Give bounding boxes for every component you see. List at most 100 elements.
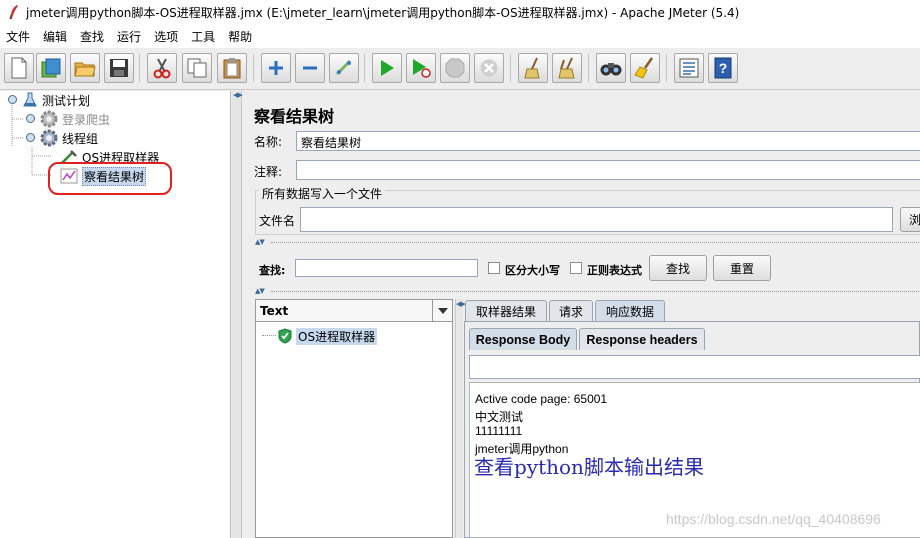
comment-label: 注释: xyxy=(254,165,283,179)
annotation-highlight-circle xyxy=(48,162,172,195)
browse-button[interactable]: 浏 xyxy=(900,207,920,232)
main-splitter[interactable]: ◀▶ xyxy=(232,91,243,538)
toggle-button[interactable] xyxy=(329,53,359,83)
paste-button[interactable] xyxy=(217,53,247,83)
reset-search-icon xyxy=(634,57,654,79)
search-label: 查找: xyxy=(259,264,286,277)
chevron-down-icon xyxy=(437,308,448,314)
search-button[interactable] xyxy=(596,53,626,83)
menu-run[interactable]: 运行 xyxy=(117,28,141,45)
copy-icon xyxy=(187,58,207,78)
annotation-text: 查看python脚本输出结果 xyxy=(474,455,704,479)
tab-response-data[interactable]: 响应数据 xyxy=(595,300,665,322)
tree-node-thread-group[interactable]: 线程组 xyxy=(40,129,98,147)
tree-node-login-crawler[interactable]: 登录爬虫 xyxy=(40,110,110,128)
response-line: 11111111 xyxy=(475,424,523,438)
regex-label: 正则表达式 xyxy=(587,264,642,277)
shutdown-button[interactable] xyxy=(474,53,504,83)
case-sensitive-checkbox[interactable] xyxy=(488,262,500,274)
tree-node-test-plan[interactable]: 测试计划 xyxy=(22,91,90,109)
filename-label: 文件名 xyxy=(259,214,296,228)
stop-button[interactable] xyxy=(440,53,470,83)
test-plan-icon xyxy=(23,92,37,107)
menu-file[interactable]: 文件 xyxy=(6,28,30,45)
jmeter-window: jmeter调用python脚本-OS进程取样器.jmx (E:\jmeter_… xyxy=(0,0,920,538)
save-icon xyxy=(110,59,128,77)
jmeter-feather-icon xyxy=(8,4,20,23)
new-button[interactable] xyxy=(4,53,34,83)
window-title: jmeter调用python脚本-OS进程取样器.jmx (E:\jmeter_… xyxy=(26,6,740,20)
case-sensitive-label: 区分大小写 xyxy=(505,264,560,277)
open-button[interactable] xyxy=(70,53,100,83)
menu-options[interactable]: 选项 xyxy=(154,28,178,45)
collapse-icon xyxy=(303,66,317,70)
copy-button[interactable] xyxy=(182,53,212,83)
templates-button[interactable] xyxy=(36,53,66,83)
function-helper-icon xyxy=(679,58,699,78)
title-bar: jmeter调用python脚本-OS进程取样器.jmx (E:\jmeter_… xyxy=(0,0,920,24)
start-icon xyxy=(381,60,394,76)
name-field[interactable]: 察看结果树 xyxy=(296,131,920,151)
collapse-all-button[interactable] xyxy=(295,53,325,83)
svg-text:?: ? xyxy=(719,60,728,76)
view-results-tree-panel: 察看结果树 名称: 察看结果树 注释: 所有数据写入一个文件 文件名 浏 ▲▼ … xyxy=(243,91,920,538)
help-button[interactable]: ? xyxy=(708,53,738,83)
tab-request[interactable]: 请求 xyxy=(549,300,593,322)
cut-button[interactable] xyxy=(147,53,177,83)
page-title: 察看结果树 xyxy=(254,107,335,126)
menu-edit[interactable]: 编辑 xyxy=(43,28,67,45)
start-no-pause-button[interactable] xyxy=(406,53,436,83)
response-search-field[interactable] xyxy=(469,355,920,379)
clear-all-button[interactable] xyxy=(552,53,582,83)
new-icon xyxy=(11,57,27,79)
start-no-pause-icon xyxy=(413,59,431,78)
search-icon xyxy=(600,63,622,76)
tree-toggle-thread-group[interactable] xyxy=(26,133,35,142)
watermark: https://blog.csdn.net/qq_40408696 xyxy=(666,511,881,527)
menu-help[interactable]: 帮助 xyxy=(228,28,252,45)
response-line: Active code page: 65001 xyxy=(475,392,608,406)
reset-button[interactable]: 重置 xyxy=(713,255,771,281)
subtab-response-headers[interactable]: Response headers xyxy=(579,328,705,350)
menu-search[interactable]: 查找 xyxy=(80,28,104,45)
comment-field[interactable] xyxy=(296,160,920,180)
subtab-response-body[interactable]: Response Body xyxy=(469,328,577,350)
tab-sampler-result[interactable]: 取样器结果 xyxy=(465,300,547,322)
reset-search-button[interactable] xyxy=(630,53,660,83)
help-icon: ? xyxy=(714,57,732,79)
result-item[interactable]: OS进程取样器 xyxy=(278,327,378,345)
function-helper-button[interactable] xyxy=(674,53,704,83)
response-line: 中文测试 xyxy=(475,410,524,424)
regex-checkbox[interactable] xyxy=(570,262,582,274)
tree-toggle-test-plan[interactable] xyxy=(8,95,17,104)
tree-toggle-login-crawler[interactable] xyxy=(26,114,35,123)
thread-group-gear-icon xyxy=(40,129,58,147)
success-shield-icon xyxy=(278,328,292,344)
cut-icon xyxy=(153,58,171,79)
clear-button[interactable] xyxy=(518,53,548,83)
results-splitter[interactable]: ◀▶ xyxy=(455,299,466,538)
thread-group-gear-icon xyxy=(40,110,58,128)
paste-icon xyxy=(223,58,241,79)
save-button[interactable] xyxy=(104,53,134,83)
toolbar: ? xyxy=(0,48,920,90)
expand-icon xyxy=(269,61,283,75)
start-button[interactable] xyxy=(372,53,402,83)
templates-icon xyxy=(41,58,61,78)
renderer-dropdown-button[interactable] xyxy=(432,300,452,322)
open-icon xyxy=(74,62,96,77)
search-field[interactable] xyxy=(295,259,478,277)
renderer-select[interactable]: Text xyxy=(256,300,452,322)
filename-field[interactable] xyxy=(300,207,893,232)
test-plan-tree: 测试计划 登录爬虫 线程组 OS进程取样器 察看结果树 xyxy=(0,91,231,538)
name-label: 名称: xyxy=(254,135,283,149)
menu-tools[interactable]: 工具 xyxy=(191,28,215,45)
file-output-group-title: 所有数据写入一个文件 xyxy=(259,185,386,202)
toggle-icon xyxy=(335,59,352,76)
clear-all-icon xyxy=(558,57,575,79)
shutdown-icon xyxy=(480,59,498,77)
menu-bar: 文件 编辑 查找 运行 选项 工具 帮助 xyxy=(0,24,920,48)
stop-icon xyxy=(445,58,465,78)
find-button[interactable]: 查找 xyxy=(649,255,707,281)
expand-all-button[interactable] xyxy=(261,53,291,83)
